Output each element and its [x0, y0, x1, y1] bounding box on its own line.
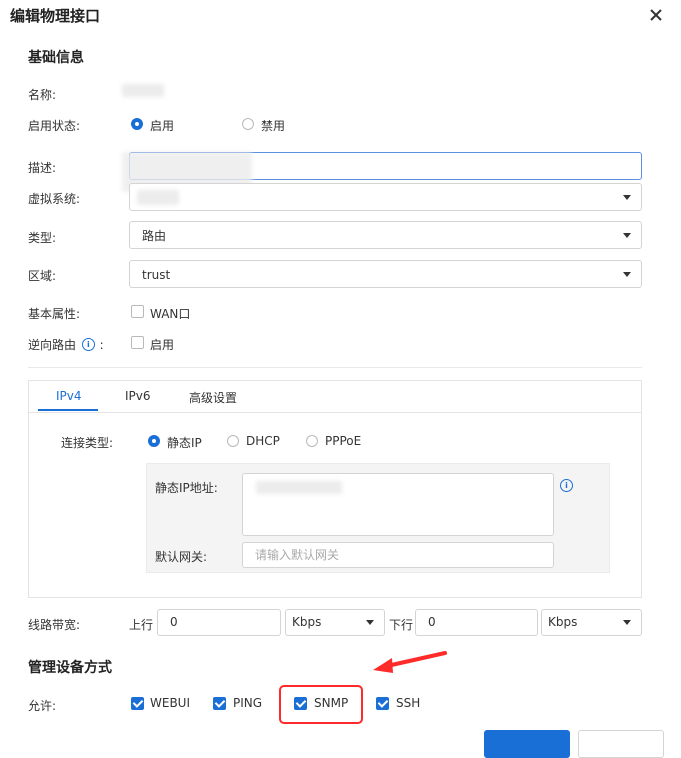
chevron-down-icon	[366, 620, 374, 625]
name-value-redacted	[122, 84, 164, 97]
gateway-label: 默认网关:	[155, 550, 208, 564]
red-arrow-icon	[373, 651, 447, 673]
download-unit-select[interactable]: Kbps	[541, 609, 642, 636]
reverse-route-option-label[interactable]: 启用	[150, 336, 174, 353]
download-input[interactable]: 0	[415, 609, 538, 636]
name-label: 名称:	[28, 88, 57, 102]
ssh-checkbox[interactable]	[376, 697, 389, 710]
conn-pppoe-radio[interactable]	[306, 435, 318, 447]
conn-dhcp-radio[interactable]	[227, 435, 239, 447]
status-disable-label[interactable]: 禁用	[261, 117, 285, 134]
upload-unit-value: Kbps	[292, 615, 322, 629]
vsys-value-redacted	[137, 190, 179, 205]
wan-checkbox[interactable]	[131, 305, 144, 318]
webui-label[interactable]: WEBUI	[150, 696, 190, 710]
status-disable-radio[interactable]	[242, 118, 254, 130]
conn-static-radio[interactable]	[148, 435, 160, 447]
cancel-button[interactable]	[578, 730, 664, 758]
ping-label[interactable]: PING	[233, 696, 262, 710]
type-select[interactable]: 路由	[129, 221, 642, 249]
status-enable-radio[interactable]	[131, 118, 143, 130]
type-select-value: 路由	[142, 229, 167, 243]
desc-label: 描述:	[28, 161, 57, 175]
ping-checkbox[interactable]	[213, 697, 226, 710]
reverse-route-text: 逆向路由	[28, 338, 77, 352]
info-icon[interactable]: i	[560, 479, 573, 492]
tab-advanced[interactable]: 高级设置	[189, 389, 237, 406]
chevron-down-icon	[623, 620, 631, 625]
chevron-down-icon	[623, 233, 631, 238]
chevron-down-icon	[623, 195, 631, 200]
chevron-down-icon	[623, 272, 631, 277]
reverse-route-checkbox[interactable]	[131, 336, 144, 349]
wan-label[interactable]: WAN口	[150, 305, 190, 322]
status-label: 启用状态:	[28, 119, 81, 133]
upload-label: 上行	[129, 618, 154, 632]
attr-label: 基本属性:	[28, 307, 81, 321]
zone-label: 区域:	[28, 269, 57, 283]
status-enable-label[interactable]: 启用	[150, 117, 174, 134]
vsys-select[interactable]	[129, 183, 642, 211]
reverse-route-colon: :	[99, 338, 104, 352]
static-ip-label: 静态IP地址:	[155, 481, 218, 495]
static-ip-value-redacted	[256, 481, 342, 494]
tab-ipv6[interactable]: IPv6	[125, 389, 151, 403]
upload-unit-select[interactable]: Kbps	[285, 609, 385, 636]
close-icon[interactable]	[647, 2, 665, 24]
conn-static-label[interactable]: 静态IP	[167, 434, 202, 451]
tab-ipv4[interactable]: IPv4	[56, 389, 82, 403]
upload-input[interactable]: 0	[157, 609, 281, 636]
tab-active-indicator	[38, 409, 98, 411]
info-icon[interactable]: i	[81, 338, 95, 351]
download-label: 下行	[389, 618, 414, 632]
conn-type-label: 连接类型:	[61, 436, 114, 450]
download-unit-value: Kbps	[548, 615, 578, 629]
vsys-label: 虚拟系统:	[28, 192, 81, 206]
conn-dhcp-label[interactable]: DHCP	[246, 434, 280, 448]
allow-label: 允许:	[28, 699, 57, 713]
dialog-title: 编辑物理接口	[10, 7, 101, 25]
snmp-highlight-box	[279, 685, 363, 724]
zone-select[interactable]: trust	[129, 260, 642, 288]
gateway-input[interactable]: 请输入默认网关	[242, 542, 554, 568]
basic-info-title: 基础信息	[28, 50, 84, 66]
manage-section-title: 管理设备方式	[28, 660, 112, 676]
type-label: 类型:	[28, 231, 57, 245]
tab-bar-divider	[28, 412, 642, 413]
bandwidth-label: 线路带宽:	[28, 618, 81, 632]
conn-pppoe-label[interactable]: PPPoE	[325, 434, 361, 448]
zone-select-value: trust	[142, 268, 171, 282]
divider	[28, 367, 642, 368]
webui-checkbox[interactable]	[131, 697, 144, 710]
ssh-label[interactable]: SSH	[396, 696, 420, 710]
confirm-button[interactable]	[484, 730, 570, 758]
reverse-route-label: 逆向路由 i :	[28, 336, 104, 353]
